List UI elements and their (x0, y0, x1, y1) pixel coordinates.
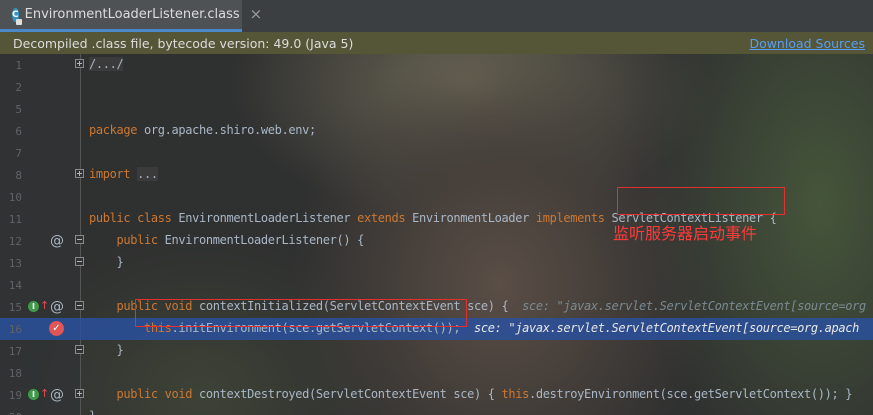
code-line: 18 (0, 362, 873, 384)
line-number: 12 (8, 235, 22, 248)
debug-inline-value: sce: "javax.servlet.ServletContextEvent[… (508, 299, 866, 313)
annotation-label: 监听服务器启动事件 (613, 224, 758, 243)
line-number: 6 (15, 125, 22, 138)
implements-method-icon[interactable]: I (28, 389, 39, 400)
fold-collapse-icon[interactable] (75, 235, 84, 244)
line-number: 17 (8, 345, 22, 358)
line-number: 5 (15, 103, 22, 116)
fold-expand-icon[interactable] (75, 169, 84, 178)
code-line: 19 I ↑ @ public void contextDestroyed(Se… (0, 384, 873, 406)
line-number: 8 (15, 169, 22, 182)
fold-collapse-icon[interactable] (75, 301, 84, 310)
breakpoint-icon[interactable]: ✓ (49, 321, 64, 336)
overrides-at-icon[interactable]: @ (50, 233, 64, 249)
fold-collapse-icon[interactable] (75, 257, 84, 266)
code-line: 7 (0, 142, 873, 164)
code-line: 6 package org.apache.shiro.web.env; (0, 120, 873, 142)
code-line: 14 (0, 274, 873, 296)
line-number: 15 (8, 301, 22, 314)
fold-expand-icon[interactable] (75, 59, 84, 68)
overrides-at-icon[interactable]: @ (50, 299, 64, 315)
code-line: 17 } (0, 340, 873, 362)
banner-text: Decompiled .class file, bytecode version… (13, 35, 354, 51)
line-number: 11 (8, 213, 22, 226)
line-number: 19 (8, 389, 22, 402)
line-number: 20 (0, 411, 22, 415)
line-number: 13 (8, 257, 22, 270)
up-arrow-icon: ↑ (40, 299, 50, 312)
up-arrow-icon: ↑ (40, 387, 50, 400)
line-number: 14 (8, 279, 22, 292)
code-line: 1 /.../ (0, 54, 873, 76)
fold-collapse-icon[interactable] (75, 345, 84, 354)
line-number: 2 (15, 81, 22, 94)
line-number: 10 (8, 191, 22, 204)
editor-tab-bar: C EnvironmentLoaderListener.class × (0, 0, 873, 33)
implements-method-icon[interactable]: I (28, 301, 39, 312)
line-number: 16 (8, 323, 22, 336)
code-editor[interactable]: 1 /.../ 2 5 6 package org.apache.shiro.w… (0, 54, 873, 415)
code-line: 2 (0, 76, 873, 98)
code-line: 8 import ... (0, 164, 873, 186)
fold-expand-icon[interactable] (75, 389, 84, 398)
code-line: 20 } (0, 406, 873, 415)
debug-inline-value: sce: "javax.servlet.ServletContextEvent[… (460, 321, 859, 335)
servletcontextlistener-highlight-box (617, 187, 785, 215)
tab-title: EnvironmentLoaderListener.class (24, 7, 240, 22)
decompiled-banner: Decompiled .class file, bytecode version… (0, 32, 873, 54)
code-line: 13 } (0, 252, 873, 274)
code-line: 5 (0, 98, 873, 120)
folded-imports[interactable]: ... (137, 167, 158, 181)
close-tab-icon[interactable]: × (250, 7, 263, 22)
editor-tab[interactable]: C EnvironmentLoaderListener.class × (0, 0, 262, 32)
line-number: 18 (8, 367, 22, 380)
line-number: 7 (15, 147, 22, 160)
download-sources-link[interactable]: Download Sources (749, 36, 865, 51)
overrides-at-icon[interactable]: @ (50, 387, 64, 403)
folded-header[interactable]: /.../ (89, 57, 124, 71)
line-number: 1 (15, 59, 22, 72)
class-file-icon: C (12, 7, 22, 25)
initenvironment-highlight-box (135, 299, 467, 327)
